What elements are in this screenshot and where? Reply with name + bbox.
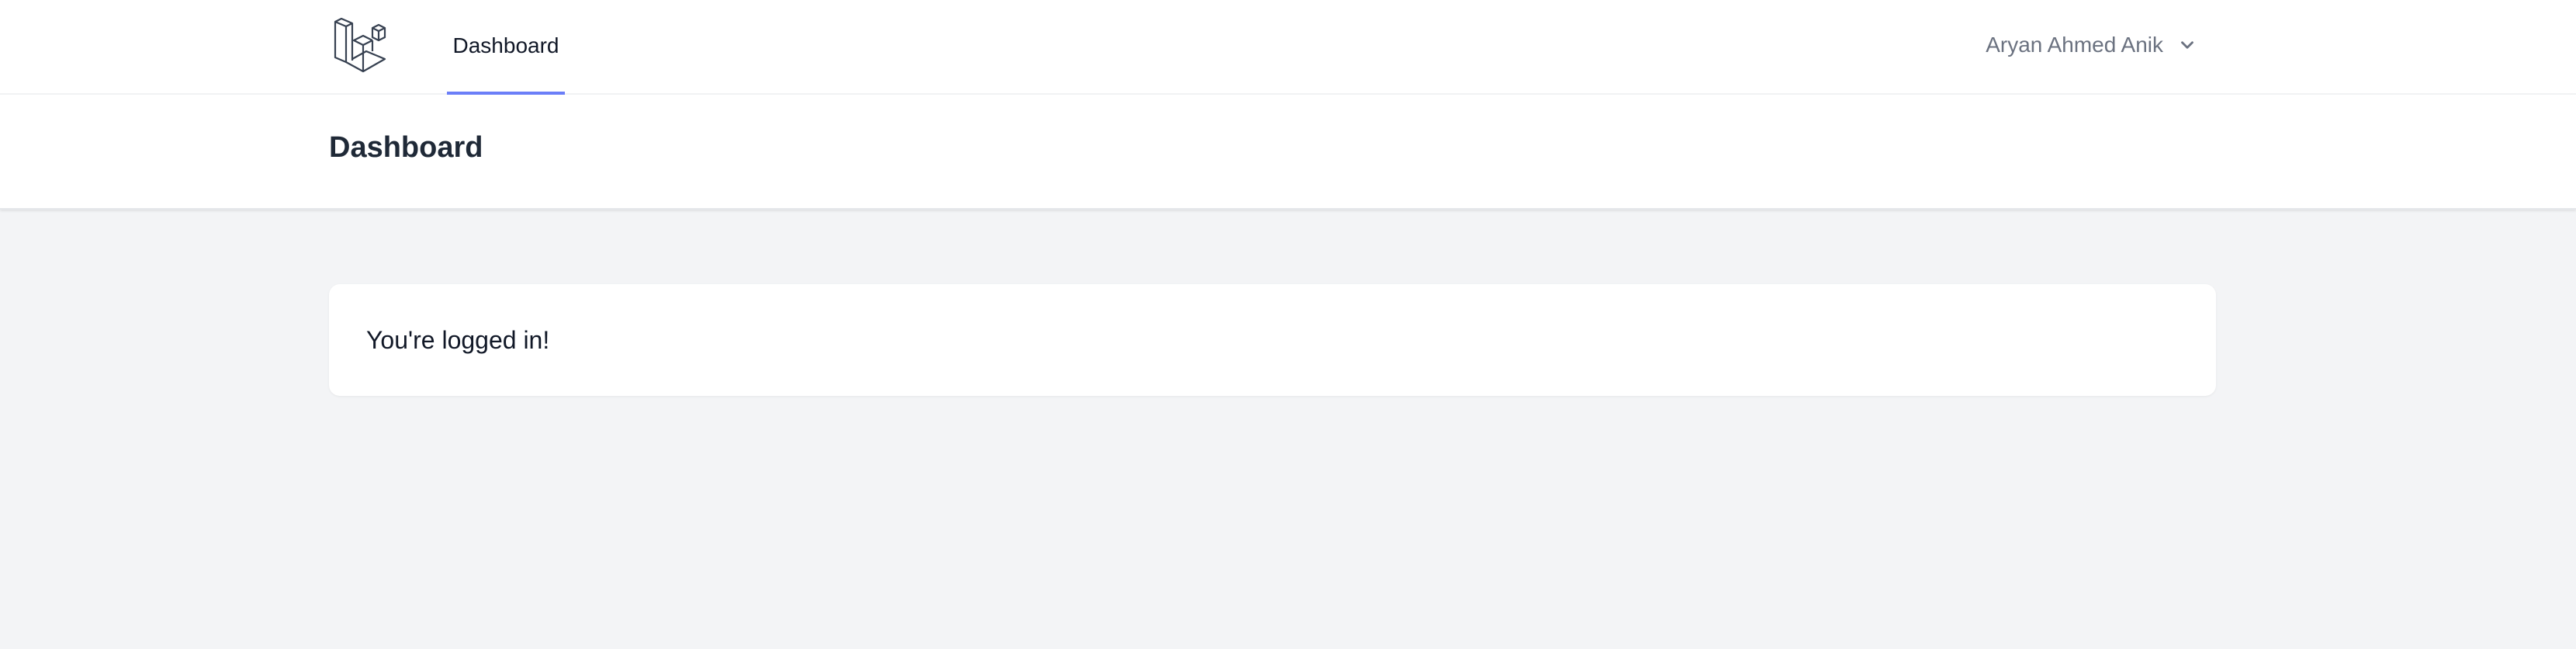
login-status-message: You're logged in! <box>366 325 550 354</box>
user-menu-dropdown[interactable]: Aryan Ahmed Anik <box>1986 0 2197 90</box>
status-card: You're logged in! <box>329 284 2216 396</box>
page-header: Dashboard <box>0 95 2576 210</box>
page-title: Dashboard <box>329 131 483 164</box>
top-navigation: Dashboard Aryan Ahmed Anik <box>0 0 2576 95</box>
user-name: Aryan Ahmed Anik <box>1986 33 2163 57</box>
chevron-down-icon <box>2177 35 2197 55</box>
laravel-logo-icon[interactable] <box>329 16 391 78</box>
nav-link-dashboard[interactable]: Dashboard <box>447 0 565 95</box>
